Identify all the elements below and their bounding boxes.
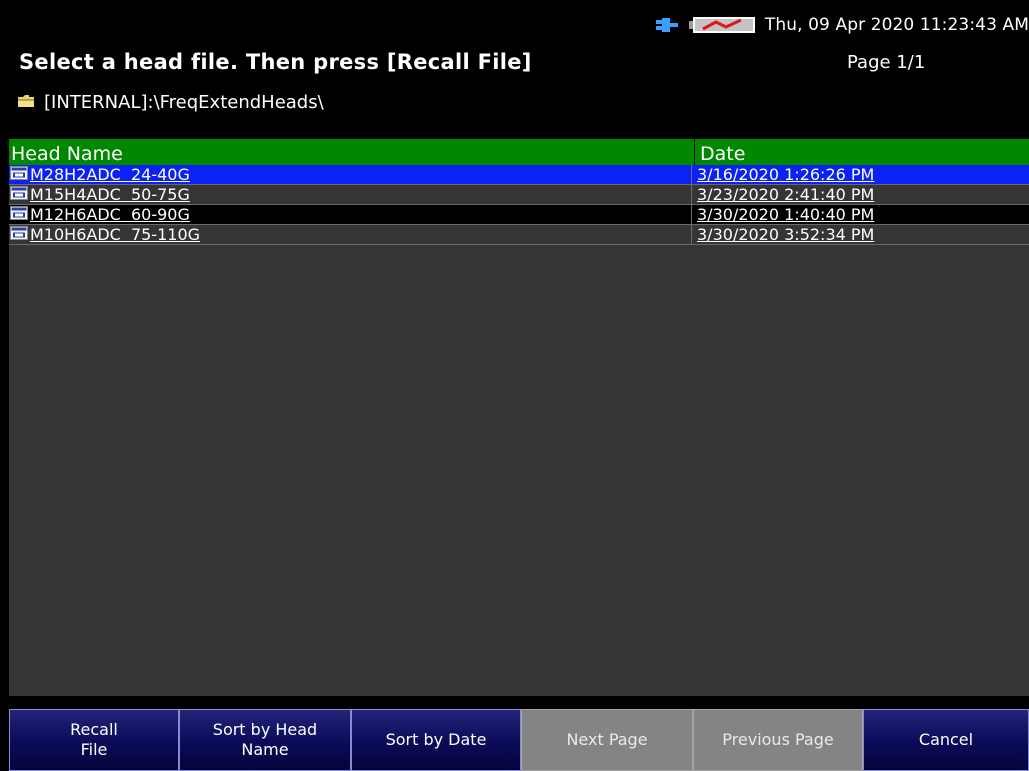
head-name-cell: M12H6ADC 60-90G bbox=[9, 205, 692, 224]
recall-file-button[interactable]: Recall File bbox=[9, 709, 179, 771]
head-name-text: M28H2ADC 24-40G bbox=[30, 165, 190, 184]
date-cell: 3/16/2020 1:26:26 PM bbox=[692, 165, 1029, 184]
date-text: 3/30/2020 1:40:40 PM bbox=[697, 205, 875, 224]
table-row[interactable]: M12H6ADC 60-90G 3/30/2020 1:40:40 PM bbox=[9, 205, 1029, 225]
battery-charging-icon bbox=[688, 15, 759, 35]
path-text: [INTERNAL]:\FreqExtendHeads\ bbox=[44, 91, 324, 113]
column-header-date[interactable]: Date bbox=[695, 139, 1029, 165]
head-name-text: M15H4ADC 50-75G bbox=[30, 185, 190, 204]
sort-by-date-button[interactable]: Sort by Date bbox=[351, 709, 521, 771]
file-table: Head Name Date M28H2ADC 24-40G 3/16/2020… bbox=[9, 139, 1029, 696]
date-text: 3/16/2020 1:26:26 PM bbox=[697, 165, 875, 184]
file-icon bbox=[10, 225, 30, 244]
instruction-prompt: Select a head file. Then press [Recall F… bbox=[19, 50, 532, 74]
file-icon bbox=[10, 205, 30, 224]
softkey-bar: Recall File Sort by Head Name Sort by Da… bbox=[9, 709, 1029, 771]
file-icon bbox=[10, 165, 30, 184]
head-name-text: M10H6ADC 75-110G bbox=[30, 225, 201, 244]
header-area: Thu, 09 Apr 2020 11:23:43 AM Select a he… bbox=[0, 0, 1029, 139]
head-name-cell: M15H4ADC 50-75G bbox=[9, 185, 692, 204]
date-cell: 3/30/2020 1:40:40 PM bbox=[692, 205, 1029, 224]
date-text: 3/30/2020 3:52:34 PM bbox=[697, 225, 875, 244]
head-name-cell: M10H6ADC 75-110G bbox=[9, 225, 692, 244]
table-row[interactable]: M10H6ADC 75-110G 3/30/2020 3:52:34 PM bbox=[9, 225, 1029, 245]
table-row[interactable]: M15H4ADC 50-75G 3/23/2020 2:41:40 PM bbox=[9, 185, 1029, 205]
sort-by-head-name-button[interactable]: Sort by Head Name bbox=[179, 709, 351, 771]
table-row[interactable]: M28H2ADC 24-40G 3/16/2020 1:26:26 PM bbox=[9, 165, 1029, 185]
date-time-readout: Thu, 09 Apr 2020 11:23:43 AM bbox=[764, 15, 1029, 35]
network-plug-icon bbox=[653, 15, 681, 35]
head-name-cell: M28H2ADC 24-40G bbox=[9, 165, 692, 184]
page-indicator: Page 1/1 bbox=[847, 52, 926, 73]
next-page-button[interactable]: Next Page bbox=[521, 709, 693, 771]
column-header-head-name[interactable]: Head Name bbox=[9, 139, 695, 165]
table-header: Head Name Date bbox=[9, 139, 1029, 165]
cancel-button[interactable]: Cancel bbox=[863, 709, 1029, 771]
folder-icon bbox=[17, 92, 44, 113]
current-path: [INTERNAL]:\FreqExtendHeads\ bbox=[17, 88, 324, 116]
status-line: Thu, 09 Apr 2020 11:23:43 AM bbox=[653, 13, 1029, 37]
file-icon bbox=[10, 185, 30, 204]
previous-page-button[interactable]: Previous Page bbox=[693, 709, 863, 771]
head-name-text: M12H6ADC 60-90G bbox=[30, 205, 190, 224]
date-cell: 3/23/2020 2:41:40 PM bbox=[692, 185, 1029, 204]
date-cell: 3/30/2020 3:52:34 PM bbox=[692, 225, 1029, 244]
date-text: 3/23/2020 2:41:40 PM bbox=[697, 185, 875, 204]
